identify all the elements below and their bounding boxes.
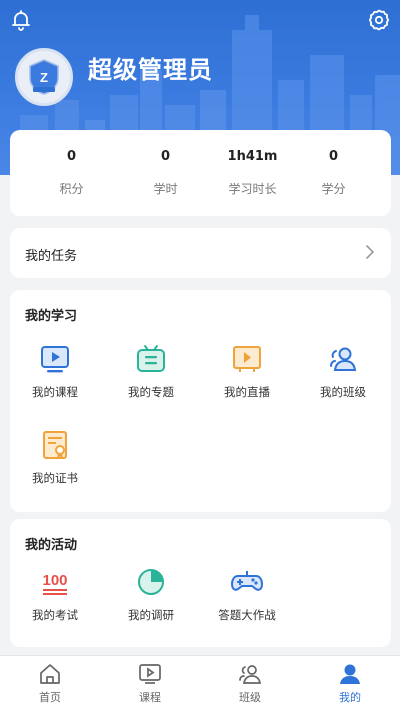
shield-badge-icon: Z (29, 59, 59, 95)
my-tasks-label: 我的任务 (25, 249, 78, 264)
stat-label: 学分 (321, 182, 346, 196)
bottom-tab-bar: 首页 课程 班级 我的 (0, 655, 400, 711)
my-study-section: 我的学习 我的课程 我的专题 我的直播 我的班级 我的证书 (10, 290, 391, 512)
item-label: 我的专题 (128, 385, 174, 399)
section-title: 我的学习 (25, 309, 78, 324)
my-exams-button[interactable]: 100 我的考试 (10, 565, 100, 623)
stat-value: 0 (328, 149, 339, 164)
tab-mine[interactable]: 我的 (300, 661, 400, 705)
item-label: 我的课程 (32, 385, 78, 399)
class-group-icon (330, 347, 357, 371)
username: 超级管理员 (88, 56, 213, 84)
gamepad-icon (230, 571, 264, 591)
item-label: 我的直播 (224, 385, 270, 399)
stat-label: 学时 (153, 182, 178, 196)
pie-survey-icon (138, 569, 164, 595)
tv-topic-icon (137, 345, 165, 372)
tab-label: 首页 (39, 691, 61, 704)
tab-class[interactable]: 班级 (200, 661, 300, 705)
section-title: 我的活动 (25, 538, 78, 553)
stats-card: 0 积分 0 学时 1h41m 学习时长 0 学分 (10, 130, 391, 216)
stat-value: 0 (160, 149, 171, 164)
certificate-icon (43, 431, 67, 459)
video-icon (139, 664, 161, 684)
my-surveys-button[interactable]: 我的调研 (106, 565, 196, 623)
tab-label: 课程 (139, 691, 161, 704)
my-activities-section: 我的活动 100 我的考试 我的调研 答题大作战 (10, 519, 391, 647)
video-course-icon (41, 346, 69, 373)
quiz-battle-button[interactable]: 答题大作战 (202, 565, 292, 623)
avatar[interactable]: Z (15, 48, 73, 106)
tab-label: 我的 (339, 691, 361, 704)
item-label: 我的证书 (32, 471, 78, 485)
my-tasks-row[interactable]: 我的任务 (10, 228, 391, 278)
svg-text:100: 100 (42, 572, 67, 589)
exam-score-icon: 100 (42, 572, 68, 595)
tab-courses[interactable]: 课程 (100, 661, 200, 705)
stat-value: 0 (66, 149, 77, 164)
my-certificates-button[interactable]: 我的证书 (10, 428, 100, 486)
svg-text:Z: Z (40, 70, 48, 85)
gear-icon[interactable] (367, 8, 391, 32)
item-label: 我的班级 (320, 385, 366, 399)
bell-icon[interactable] (9, 8, 33, 32)
tab-home[interactable]: 首页 (0, 661, 100, 705)
tab-label: 班级 (239, 691, 261, 704)
my-class-button[interactable]: 我的班级 (298, 342, 388, 400)
my-live-button[interactable]: 我的直播 (202, 342, 292, 400)
user-profile-icon (340, 664, 360, 684)
item-label: 我的考试 (32, 608, 78, 622)
my-topics-button[interactable]: 我的专题 (106, 342, 196, 400)
item-label: 答题大作战 (218, 608, 276, 622)
item-label: 我的调研 (128, 608, 174, 622)
stat-label: 积分 (59, 182, 84, 196)
users-icon (239, 665, 262, 684)
home-icon (40, 664, 60, 684)
live-broadcast-icon (233, 346, 261, 372)
chevron-right-icon (366, 245, 375, 259)
my-courses-button[interactable]: 我的课程 (10, 342, 100, 400)
